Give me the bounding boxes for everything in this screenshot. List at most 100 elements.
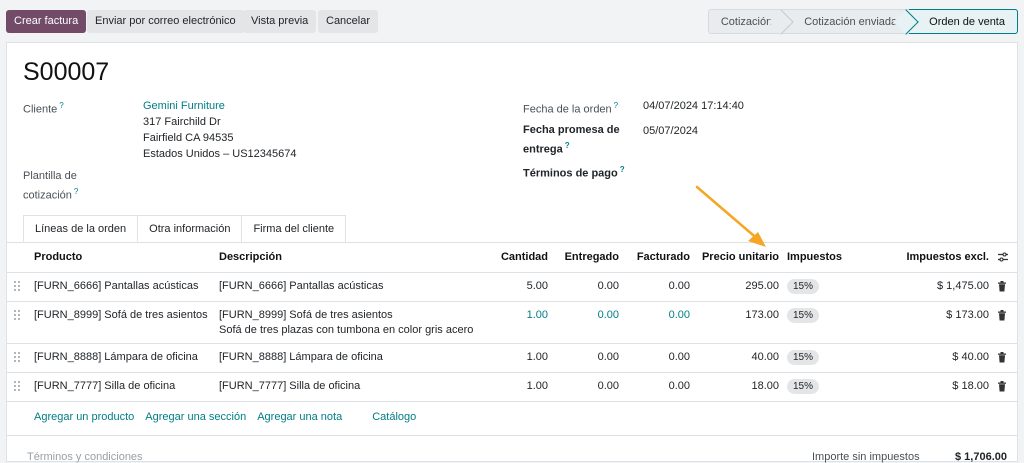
help-icon[interactable]: ? (59, 101, 63, 110)
status-bar: Cotización Cotización enviada Orden de v… (707, 9, 1018, 35)
payment-terms-field[interactable] (643, 162, 943, 178)
line-description[interactable]: [FURN_8999] Sofá de tres asientos (219, 309, 393, 321)
line-description[interactable]: [FURN_6666] Pantallas acústicas (219, 280, 383, 292)
order-date-field[interactable]: 04/07/2024 17:14:40 (643, 98, 744, 114)
line-quantity[interactable]: 1.00 (527, 380, 548, 392)
line-subtotal: $ 18.00 (952, 380, 989, 392)
tab-other-info[interactable]: Otra información (137, 215, 243, 242)
status-quotation-sent-label: Cotización enviada (804, 16, 898, 28)
line-unit-price[interactable]: 40.00 (751, 351, 779, 363)
line-description[interactable]: [FURN_8888] Lámpara de oficina (219, 351, 383, 363)
help-icon[interactable]: ? (74, 187, 78, 196)
line-unit-price[interactable]: 173.00 (745, 309, 779, 321)
status-sales-order-label: Orden de venta (929, 16, 1005, 28)
help-icon[interactable]: ? (620, 165, 625, 174)
tax-badge[interactable]: 15% (787, 379, 820, 394)
trash-icon[interactable] (997, 381, 1007, 392)
column-settings-icon[interactable] (997, 251, 1009, 263)
col-description[interactable]: Descripción (219, 251, 282, 263)
line-product[interactable]: [FURN_6666] Pantallas acústicas (34, 280, 198, 292)
table-bottom-divider (7, 435, 1017, 436)
order-date-label-text: Fecha de la orden (523, 103, 612, 116)
send-email-button[interactable]: Enviar por correo electrónico (87, 10, 244, 33)
payment-terms-label-text: Términos de pago (523, 167, 618, 180)
line-quantity[interactable]: 1.00 (527, 351, 548, 363)
line-subtotal: $ 40.00 (952, 351, 989, 363)
help-icon[interactable]: ? (614, 101, 618, 110)
line-delivered[interactable]: 0.00 (598, 380, 619, 392)
trash-icon[interactable] (997, 310, 1007, 321)
customer-link[interactable]: Gemini Furniture (143, 98, 225, 114)
table-row[interactable]: [FURN_7777] Silla de oficina [FURN_7777]… (7, 372, 1017, 402)
tab-order-lines[interactable]: Líneas de la orden (23, 215, 139, 242)
line-subtotal: $ 173.00 (946, 309, 989, 321)
table-row[interactable]: [FURN_6666] Pantallas acústicas [FURN_66… (7, 272, 1017, 302)
table-row[interactable]: [FURN_8999] Sofá de tres asientos [FURN_… (7, 301, 1017, 344)
form-sheet: S00007 Cliente? Gemini Furniture 317 Fai… (6, 42, 1018, 463)
col-taxes[interactable]: Impuestos (787, 251, 842, 263)
table-row[interactable]: [FURN_8888] Lámpara de oficina [FURN_888… (7, 343, 1017, 373)
quotation-template-label-line2: cotización (23, 189, 72, 202)
line-subtotal: $ 1,475.00 (937, 280, 989, 292)
control-panel: Crear factura Enviar por correo electrón… (0, 0, 1024, 40)
line-invoiced[interactable]: 0.00 (669, 309, 690, 321)
line-delivered[interactable]: 0.00 (598, 351, 619, 363)
add-section-link[interactable]: Agregar una sección (145, 411, 246, 423)
line-product[interactable]: [FURN_7777] Silla de oficina (34, 380, 175, 392)
customer-address-line1: 317 Fairchild Dr (143, 116, 221, 128)
trash-icon[interactable] (997, 281, 1007, 292)
tax-badge[interactable]: 15% (787, 308, 820, 323)
untaxed-amount-label: Importe sin impuestos (812, 451, 920, 463)
line-product[interactable]: [FURN_8888] Lámpara de oficina (34, 351, 198, 363)
terms-conditions-field[interactable]: Términos y condiciones (27, 451, 143, 463)
line-delivered[interactable]: 0.00 (598, 280, 619, 292)
status-quotation-sent[interactable]: Cotización enviada (784, 9, 919, 35)
commitment-date-label: Fecha promesa de entrega? (523, 123, 620, 158)
add-note-link[interactable]: Agregar una nota (257, 411, 342, 423)
line-description[interactable]: [FURN_7777] Silla de oficina (219, 380, 360, 392)
line-description-extra[interactable]: Sofá de tres plazas con tumbona en color… (219, 324, 473, 336)
notebook-tabs: Líneas de la orden Otra información Firm… (23, 215, 347, 242)
table-header: Producto Descripción Cantidad Entregado … (7, 243, 1017, 273)
quotation-template-field[interactable] (143, 171, 443, 187)
commitment-date-field[interactable]: 05/07/2024 (643, 123, 698, 139)
line-quantity[interactable]: 5.00 (527, 280, 548, 292)
order-date-label: Fecha de la orden? (523, 98, 618, 118)
tax-badge[interactable]: 15% (787, 350, 820, 365)
drag-handle-icon[interactable] (14, 310, 22, 322)
cancel-button[interactable]: Cancelar (318, 10, 379, 33)
tab-customer-signature[interactable]: Firma del cliente (241, 215, 347, 242)
col-unit-price[interactable]: Precio unitario (702, 251, 779, 263)
tax-badge[interactable]: 15% (787, 279, 820, 294)
line-quantity[interactable]: 1.00 (527, 309, 548, 321)
status-quotation[interactable]: Cotización (707, 9, 794, 35)
untaxed-amount-value: $ 1,706.00 (955, 451, 1007, 463)
col-subtotal[interactable]: Impuestos excl. (906, 251, 989, 263)
line-unit-price[interactable]: 295.00 (745, 280, 779, 292)
line-invoiced[interactable]: 0.00 (669, 380, 690, 392)
catalog-link[interactable]: Catálogo (372, 411, 416, 423)
status-sales-order[interactable]: Orden de venta (909, 9, 1018, 34)
help-icon[interactable]: ? (565, 141, 570, 150)
order-title: S00007 (23, 58, 110, 86)
quotation-template-label-line1: Plantilla de (23, 170, 77, 182)
col-invoiced[interactable]: Facturado (637, 251, 690, 263)
commitment-date-label-line1: Fecha promesa de (523, 124, 620, 136)
drag-handle-icon[interactable] (14, 281, 22, 293)
col-product[interactable]: Producto (34, 251, 82, 263)
add-line-links: Agregar un producto Agregar una sección … (34, 411, 427, 423)
add-product-link[interactable]: Agregar un producto (34, 411, 134, 423)
drag-handle-icon[interactable] (14, 352, 22, 364)
customer-address-line3: Estados Unidos – US12345674 (143, 148, 297, 160)
trash-icon[interactable] (997, 352, 1007, 363)
line-product[interactable]: [FURN_8999] Sofá de tres asientos (34, 309, 208, 321)
line-unit-price[interactable]: 18.00 (751, 380, 779, 392)
col-delivered[interactable]: Entregado (565, 251, 619, 263)
line-delivered[interactable]: 0.00 (598, 309, 619, 321)
col-quantity[interactable]: Cantidad (501, 251, 548, 263)
line-invoiced[interactable]: 0.00 (669, 280, 690, 292)
line-invoiced[interactable]: 0.00 (669, 351, 690, 363)
create-invoice-button[interactable]: Crear factura (6, 10, 87, 33)
drag-handle-icon[interactable] (14, 381, 22, 393)
preview-button[interactable]: Vista previa (243, 10, 317, 33)
